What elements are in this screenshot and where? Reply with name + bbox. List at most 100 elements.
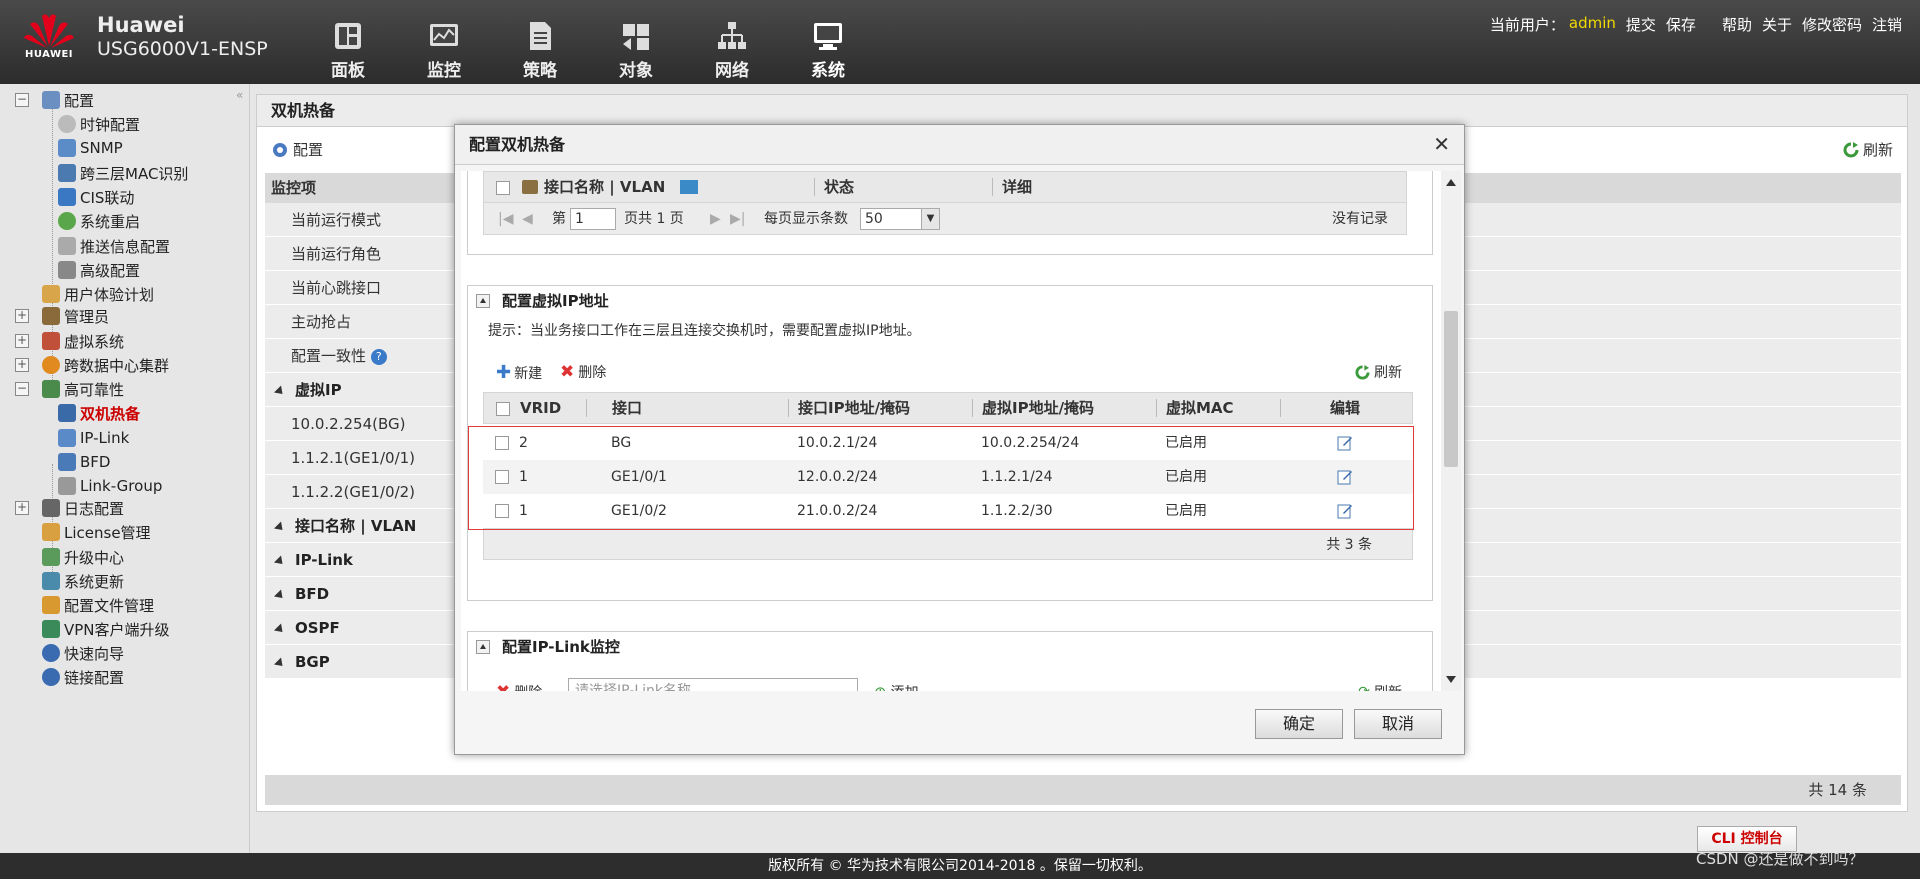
nav-monitor[interactable]: 监控 [396, 0, 492, 84]
delete-button[interactable]: ✖ 删除 [560, 362, 606, 382]
row-checkbox[interactable] [495, 436, 509, 450]
object-icon [623, 24, 649, 50]
save-link[interactable]: 保存 [1666, 14, 1696, 35]
tree-ux[interactable]: 用户体验计划 [42, 282, 154, 306]
tree-ha[interactable]: − 高可靠性 [15, 377, 124, 401]
tree-wizard[interactable]: 快速向导 [42, 641, 124, 665]
expand-icon[interactable]: + [15, 309, 29, 323]
table-row[interactable]: 2 BG 10.0.2.1/24 10.0.2.254/24 已启用 [483, 426, 1413, 460]
scroll-down-icon[interactable] [1446, 676, 1456, 683]
tree-config[interactable]: − 配置 [15, 88, 94, 112]
close-icon[interactable]: ✕ [1433, 132, 1450, 156]
copyright-footer: 版权所有 © 华为技术有限公司2014-2018 。保留一切权利。 [0, 853, 1920, 879]
help-icon[interactable]: ? [370, 348, 387, 365]
tree-link-config[interactable]: 链接配置 [42, 665, 124, 689]
tree-upgrade[interactable]: 升级中心 [42, 545, 124, 569]
hot-standby-dialog: 配置双机热备 ✕ 接口名称 | VLAN 状态 详细 |◀ ◀ 第 1 页共 1… [454, 124, 1465, 755]
collapse-sidebar-icon[interactable]: « [236, 88, 243, 102]
tree-admin[interactable]: + 管理员 [15, 304, 109, 328]
about-link[interactable]: 关于 [1762, 14, 1792, 35]
logout-link[interactable]: 注销 [1872, 14, 1902, 35]
prev-page-icon[interactable]: ◀ [522, 203, 533, 235]
vpn-icon [42, 620, 60, 638]
wizard-icon [42, 644, 60, 662]
edit-icon[interactable] [1337, 469, 1353, 485]
edit-icon[interactable] [1337, 435, 1353, 451]
config-button[interactable]: 配置 [271, 139, 323, 160]
help-link[interactable]: 帮助 [1722, 14, 1752, 35]
select-all-checkbox[interactable] [496, 180, 510, 195]
per-page-select[interactable]: 50 ▼ [860, 208, 940, 230]
tree-link-group[interactable]: Link-Group [58, 474, 162, 498]
gear-icon [273, 142, 287, 157]
collapse-icon[interactable]: − [15, 382, 29, 396]
first-page-icon[interactable]: |◀ [498, 203, 513, 235]
tree-sys-update[interactable]: 系统更新 [42, 569, 124, 593]
expand-arrow-icon [273, 623, 287, 636]
nav-policy[interactable]: 策略 [492, 0, 588, 84]
license-icon [42, 523, 60, 541]
expand-icon[interactable]: + [15, 358, 29, 372]
next-page-icon[interactable]: ▶ [710, 203, 721, 235]
last-page-icon[interactable]: ▶| [730, 203, 745, 235]
tree-log[interactable]: + 日志配置 [15, 496, 124, 520]
panel-title: 双机热备 [257, 95, 1907, 127]
scroll-up-icon[interactable] [1446, 179, 1456, 186]
expand-icon[interactable]: + [15, 334, 29, 348]
nav-dashboard[interactable]: 面板 [300, 0, 396, 84]
tree-license[interactable]: License管理 [42, 520, 151, 544]
nav-system[interactable]: 系统 [780, 0, 876, 84]
tree-snmp[interactable]: SNMP [58, 136, 123, 160]
tree-hot-standby[interactable]: 双机热备 [58, 401, 140, 425]
nav-label: 策略 [523, 61, 557, 81]
brand-name: Huawei [97, 13, 185, 37]
nav-network[interactable]: 网络 [684, 0, 780, 84]
tree-push[interactable]: 推送信息配置 [58, 234, 170, 258]
collapse-icon[interactable]: − [15, 93, 29, 107]
edit-icon[interactable] [1337, 503, 1353, 519]
iplink-refresh-button[interactable]: ⟳刷新 [1358, 682, 1402, 691]
cancel-button[interactable]: 取消 [1354, 709, 1442, 739]
new-button[interactable]: ✚ 新建 [496, 362, 542, 383]
nav-object[interactable]: 对象 [588, 0, 684, 84]
add-button[interactable]: ⊕添加 [874, 682, 919, 691]
refresh-button[interactable]: 刷新 [1843, 139, 1893, 160]
scroll-thumb[interactable] [1444, 311, 1458, 467]
table-row[interactable]: 1 GE1/0/1 12.0.0.2/24 1.1.2.1/24 已启用 [483, 460, 1413, 494]
tree-dc-cluster[interactable]: + 跨数据中心集群 [15, 353, 169, 377]
vip-refresh-button[interactable]: 刷新 [1355, 362, 1402, 382]
config-icon [42, 91, 60, 109]
reboot-icon [58, 212, 76, 230]
change-password-link[interactable]: 修改密码 [1802, 14, 1862, 35]
tree-bfd[interactable]: BFD [58, 450, 110, 474]
admin-icon [42, 307, 60, 325]
shield-icon [58, 188, 76, 206]
tree-mac[interactable]: 跨三层MAC识别 [58, 161, 188, 185]
expand-arrow-icon [273, 555, 287, 568]
expand-arrow-icon [273, 657, 287, 670]
submit-link[interactable]: 提交 [1626, 14, 1656, 35]
tree-cis[interactable]: CIS联动 [58, 185, 134, 209]
dialog-scrollbar[interactable] [1441, 171, 1461, 691]
logo-text: HUAWEI [24, 49, 74, 60]
tree-vpn-client[interactable]: VPN客户端升级 [42, 617, 170, 641]
vip-grid-header: VRID 接口 接口IP地址/掩码 虚拟IP地址/掩码 虚拟MAC 编辑 [483, 392, 1413, 424]
row-checkbox[interactable] [495, 504, 509, 518]
nav-label: 对象 [619, 61, 653, 81]
row-checkbox[interactable] [495, 470, 509, 484]
table-row[interactable]: 1 GE1/0/2 21.0.0.2/24 1.1.2.2/30 已启用 [483, 494, 1413, 528]
tree-reboot[interactable]: 系统重启 [58, 209, 140, 233]
upgrade-icon [42, 548, 60, 566]
tree-advanced[interactable]: 高级配置 [58, 258, 140, 282]
tree-iplink[interactable]: IP-Link [58, 426, 129, 450]
select-all-checkbox[interactable] [496, 401, 510, 416]
ok-button[interactable]: 确定 [1255, 709, 1343, 739]
iplink-select[interactable]: 请选择IP-Link名称 [568, 678, 858, 691]
tree-clock[interactable]: 时钟配置 [58, 112, 140, 136]
expand-icon[interactable]: + [15, 501, 29, 515]
iplink-delete-button[interactable]: ✖删除 [496, 682, 542, 691]
vlan-icon [680, 180, 698, 194]
tree-vsys[interactable]: + 虚拟系统 [15, 329, 124, 353]
tree-config-file[interactable]: 配置文件管理 [42, 593, 154, 617]
page-input[interactable]: 1 [570, 208, 616, 230]
